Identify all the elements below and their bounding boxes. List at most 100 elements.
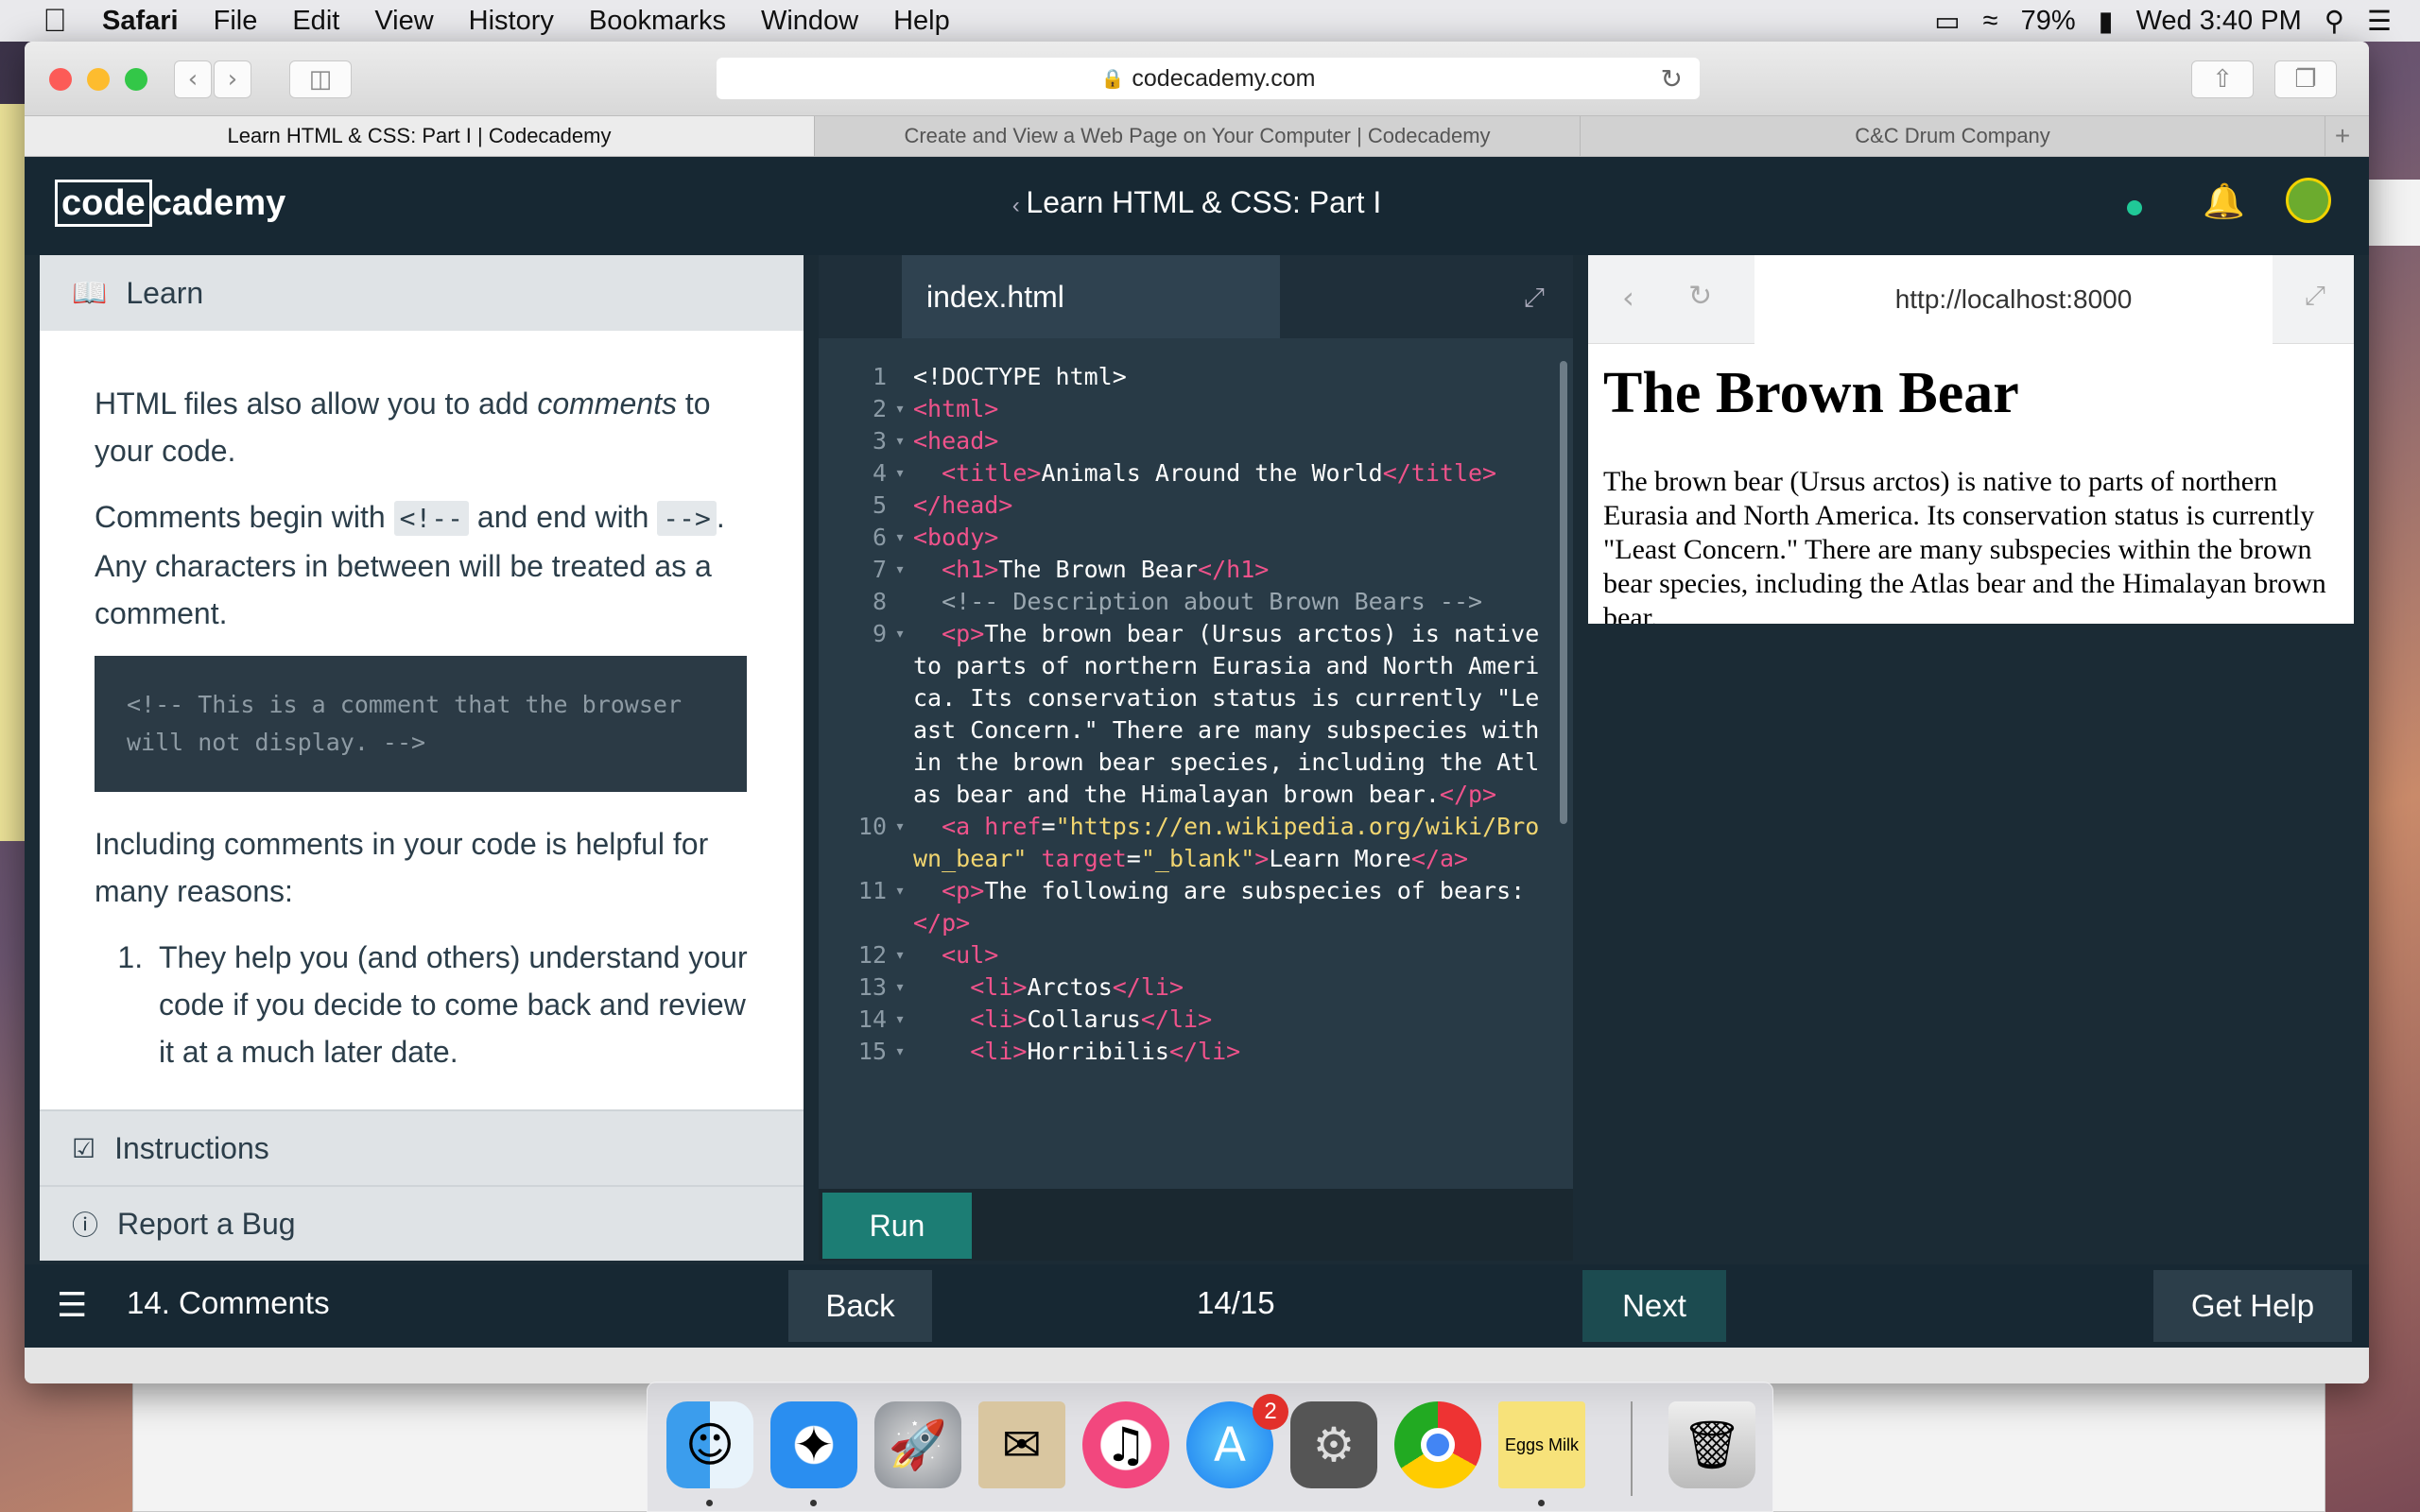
next-button[interactable]: Next bbox=[1582, 1270, 1726, 1342]
preview-url[interactable]: http://localhost:8000 bbox=[1754, 255, 2273, 344]
new-tab-plus-icon[interactable]: + bbox=[2325, 116, 2360, 156]
fold-arrow-icon[interactable]: ▾ bbox=[887, 554, 913, 586]
chrome-icon[interactable] bbox=[1394, 1401, 1481, 1488]
code-line[interactable]: 8 <!-- Description about Brown Bears --> bbox=[819, 586, 1556, 618]
apple-menu-icon[interactable]:  bbox=[36, 3, 74, 40]
code-lines[interactable]: 1 <!DOCTYPE html> 2 ▾ <html> 3 ▾ <head> 4 ▾ <titl… bbox=[819, 361, 1556, 1079]
tab-learn-html-css[interactable]: Learn HTML & CSS: Part I | Codecademy bbox=[25, 116, 815, 156]
line-code[interactable]: <title>Animals Around the World</title> bbox=[913, 457, 1556, 490]
code-line[interactable]: 13 ▾ <li>Arctos</li> bbox=[819, 971, 1556, 1004]
notification-center-icon[interactable]: ☰ bbox=[2367, 5, 2392, 38]
code-line[interactable]: 2 ▾ <html> bbox=[819, 393, 1556, 425]
battery-percent[interactable]: 79% bbox=[2021, 6, 2076, 37]
clock[interactable]: Wed 3:40 PM bbox=[2136, 6, 2302, 37]
sidebar-toggle-icon[interactable]: ◫ bbox=[289, 60, 352, 98]
menu-file[interactable]: File bbox=[214, 6, 258, 37]
minimize-window-icon[interactable] bbox=[87, 68, 110, 91]
fold-arrow-icon[interactable]: ▾ bbox=[887, 522, 913, 554]
back-arrow-icon[interactable]: ‹ bbox=[174, 60, 212, 98]
spotlight-search-icon[interactable]: ⚲ bbox=[2325, 5, 2344, 38]
reload-icon[interactable]: ↻ bbox=[1661, 63, 1683, 94]
line-code[interactable]: <p>The brown bear (Ursus arctos) is nati… bbox=[913, 618, 1556, 811]
preview-back-icon[interactable]: ‹ bbox=[1622, 280, 1634, 316]
tab-overview-icon[interactable]: ❐ bbox=[2274, 60, 2337, 98]
menu-bookmarks[interactable]: Bookmarks bbox=[589, 6, 726, 37]
safari-icon[interactable]: ✦ bbox=[770, 1401, 857, 1488]
address-bar[interactable]: 🔒 codecademy.com ↻ bbox=[717, 58, 1700, 99]
code-line[interactable]: 4 ▾ <title>Animals Around the World</titl… bbox=[819, 457, 1556, 490]
fold-arrow-icon[interactable]: ▾ bbox=[887, 457, 913, 490]
avatar[interactable] bbox=[2286, 178, 2331, 223]
code-line[interactable]: 10 ▾ <a href="https://en.wikipedia.org/wi… bbox=[819, 811, 1556, 875]
mail-stamp-icon[interactable]: ✉ bbox=[978, 1401, 1065, 1488]
fold-arrow-icon[interactable]: ▾ bbox=[887, 1004, 913, 1036]
line-code[interactable]: <!-- Description about Brown Bears --> bbox=[913, 586, 1556, 618]
get-help-button[interactable]: Get Help bbox=[2153, 1270, 2352, 1342]
code-line[interactable]: 1 <!DOCTYPE html> bbox=[819, 361, 1556, 393]
run-button[interactable]: Run bbox=[822, 1193, 972, 1259]
trash-icon[interactable]: 🗑 bbox=[1668, 1401, 1755, 1488]
code-line[interactable]: 9 ▾ <p>The brown bear (Ursus arctos) is n… bbox=[819, 618, 1556, 811]
course-title[interactable]: ‹ Learn HTML & CSS: Part I bbox=[25, 185, 2369, 220]
menu-history[interactable]: History bbox=[469, 6, 554, 37]
fold-arrow-icon[interactable]: ▾ bbox=[887, 939, 913, 971]
expand-icon[interactable]: ⤢ bbox=[1524, 282, 1545, 314]
back-button[interactable]: Back bbox=[788, 1270, 932, 1342]
line-code[interactable]: <body> bbox=[913, 522, 1556, 554]
hamburger-menu-icon[interactable]: ☰ bbox=[57, 1285, 87, 1325]
fold-arrow-icon[interactable]: ▾ bbox=[887, 971, 913, 1004]
stickies-icon[interactable]: Eggs Milk bbox=[1498, 1401, 1585, 1488]
code-line[interactable]: 14 ▾ <li>Collarus</li> bbox=[819, 1004, 1556, 1036]
line-code[interactable]: <p>The following are subspecies of bears… bbox=[913, 875, 1556, 939]
code-line[interactable]: 5 </head> bbox=[819, 490, 1556, 522]
tab-cc-drum-company[interactable]: C&C Drum Company bbox=[1581, 116, 2325, 156]
airplay-icon[interactable]: ▭ bbox=[1934, 5, 1960, 38]
line-code[interactable]: <li>Horribilis</li> bbox=[913, 1036, 1556, 1068]
code-line[interactable]: 12 ▾ <ul> bbox=[819, 939, 1556, 971]
bell-icon[interactable]: 🔔 bbox=[2203, 181, 2245, 221]
fold-arrow-icon[interactable]: ▾ bbox=[887, 393, 913, 425]
line-code[interactable]: <a href="https://en.wikipedia.org/wiki/B… bbox=[913, 811, 1556, 875]
code-line[interactable]: 15 ▾ <li>Horribilis</li> bbox=[819, 1036, 1556, 1068]
itunes-icon[interactable]: ♫ bbox=[1082, 1401, 1169, 1488]
line-code[interactable]: <li>Collarus</li> bbox=[913, 1004, 1556, 1036]
menu-window[interactable]: Window bbox=[761, 6, 858, 37]
fold-arrow-icon[interactable]: ▾ bbox=[887, 618, 913, 811]
tab-create-view-web-page[interactable]: Create and View a Web Page on Your Compu… bbox=[815, 116, 1581, 156]
line-code[interactable]: </head> bbox=[913, 490, 1556, 522]
line-code[interactable]: <ul> bbox=[913, 939, 1556, 971]
line-code[interactable]: <head> bbox=[913, 425, 1556, 457]
finder-icon[interactable]: ☺ bbox=[666, 1401, 753, 1488]
code-line[interactable]: 3 ▾ <head> bbox=[819, 425, 1556, 457]
report-bug-section[interactable]: ⓘ Report a Bug bbox=[40, 1185, 804, 1261]
close-window-icon[interactable] bbox=[49, 68, 72, 91]
fold-arrow-icon[interactable]: ▾ bbox=[887, 425, 913, 457]
fold-arrow-icon[interactable]: ▾ bbox=[887, 1036, 913, 1068]
file-tab-index-html[interactable]: index.html bbox=[902, 255, 1280, 338]
menu-edit[interactable]: Edit bbox=[292, 6, 339, 37]
menu-app-safari[interactable]: Safari bbox=[102, 6, 179, 37]
instructions-section[interactable]: ☑ Instructions bbox=[40, 1109, 804, 1185]
zoom-window-icon[interactable] bbox=[125, 68, 147, 91]
editor-scrollbar[interactable] bbox=[1560, 361, 1567, 824]
fold-arrow-icon[interactable]: ▾ bbox=[887, 875, 913, 939]
code-line[interactable]: 11 ▾ <p>The following are subspecies of b… bbox=[819, 875, 1556, 939]
share-icon[interactable]: ⇧ bbox=[2191, 60, 2254, 98]
preview-expand-icon[interactable]: ⤢ bbox=[2305, 280, 2325, 312]
menu-view[interactable]: View bbox=[374, 6, 433, 37]
launchpad-icon[interactable]: 🚀 bbox=[874, 1401, 961, 1488]
line-code[interactable]: <h1>The Brown Bear</h1> bbox=[913, 554, 1556, 586]
learn-tab-header[interactable]: 📖 Learn bbox=[40, 255, 804, 331]
wifi-icon[interactable]: ≈ bbox=[1983, 6, 1998, 37]
line-code[interactable]: <!DOCTYPE html> bbox=[913, 361, 1556, 393]
code-line[interactable]: 6 ▾ <body> bbox=[819, 522, 1556, 554]
menu-help[interactable]: Help bbox=[893, 6, 950, 37]
battery-icon[interactable]: ▮ bbox=[2099, 5, 2114, 38]
code-line[interactable]: 7 ▾ <h1>The Brown Bear</h1> bbox=[819, 554, 1556, 586]
lesson-title[interactable]: 14. Comments bbox=[127, 1285, 330, 1321]
line-code[interactable]: <html> bbox=[913, 393, 1556, 425]
forward-arrow-icon[interactable]: › bbox=[214, 60, 251, 98]
line-code[interactable]: <li>Arctos</li> bbox=[913, 971, 1556, 1004]
system-preferences-gear-icon[interactable]: ⚙ bbox=[1290, 1401, 1377, 1488]
preview-reload-icon[interactable]: ↻ bbox=[1688, 280, 1712, 313]
